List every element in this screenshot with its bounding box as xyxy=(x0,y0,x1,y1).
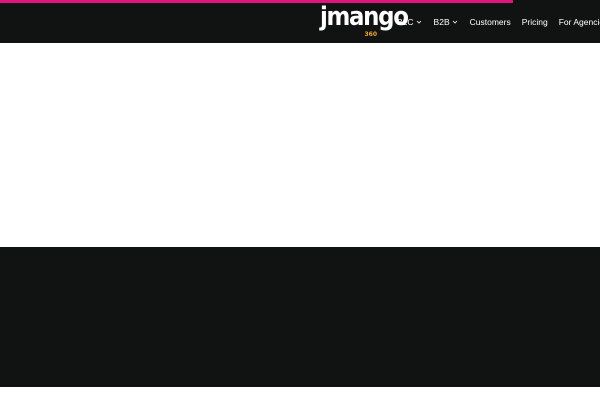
nav-item-b2c[interactable]: B2C xyxy=(397,17,423,27)
hero-content-area xyxy=(0,43,600,247)
nav-item-label: B2B xyxy=(433,16,450,27)
page: jmango 360 B2C B2B Customers Pricing For… xyxy=(0,0,600,400)
page-bottom-strip xyxy=(0,387,600,400)
site-header: jmango 360 B2C B2B Customers Pricing For… xyxy=(0,0,600,43)
nav-item-customers[interactable]: Customers xyxy=(470,17,511,27)
nav-item-pricing[interactable]: Pricing xyxy=(522,17,548,27)
logo-suffix: 360 xyxy=(364,31,377,38)
nav-item-b2b[interactable]: B2B xyxy=(434,17,459,27)
scroll-progress-bar xyxy=(0,0,600,3)
nav-item-label: For Agencies xyxy=(558,16,600,27)
chevron-down-icon xyxy=(452,20,457,24)
chevron-down-icon xyxy=(416,20,421,24)
main-nav: B2C B2B Customers Pricing For Agencies xyxy=(397,0,600,43)
logo-wordmark: jmango xyxy=(320,2,409,32)
nav-item-for-agencies[interactable]: For Agencies xyxy=(559,17,600,27)
nav-item-label: B2C xyxy=(397,16,414,27)
scroll-progress-fill xyxy=(0,0,513,3)
dark-section xyxy=(0,247,600,387)
nav-item-label: Pricing xyxy=(521,16,548,27)
nav-item-label: Customers xyxy=(469,16,511,27)
jmango360-logo[interactable]: jmango 360 xyxy=(320,2,409,38)
